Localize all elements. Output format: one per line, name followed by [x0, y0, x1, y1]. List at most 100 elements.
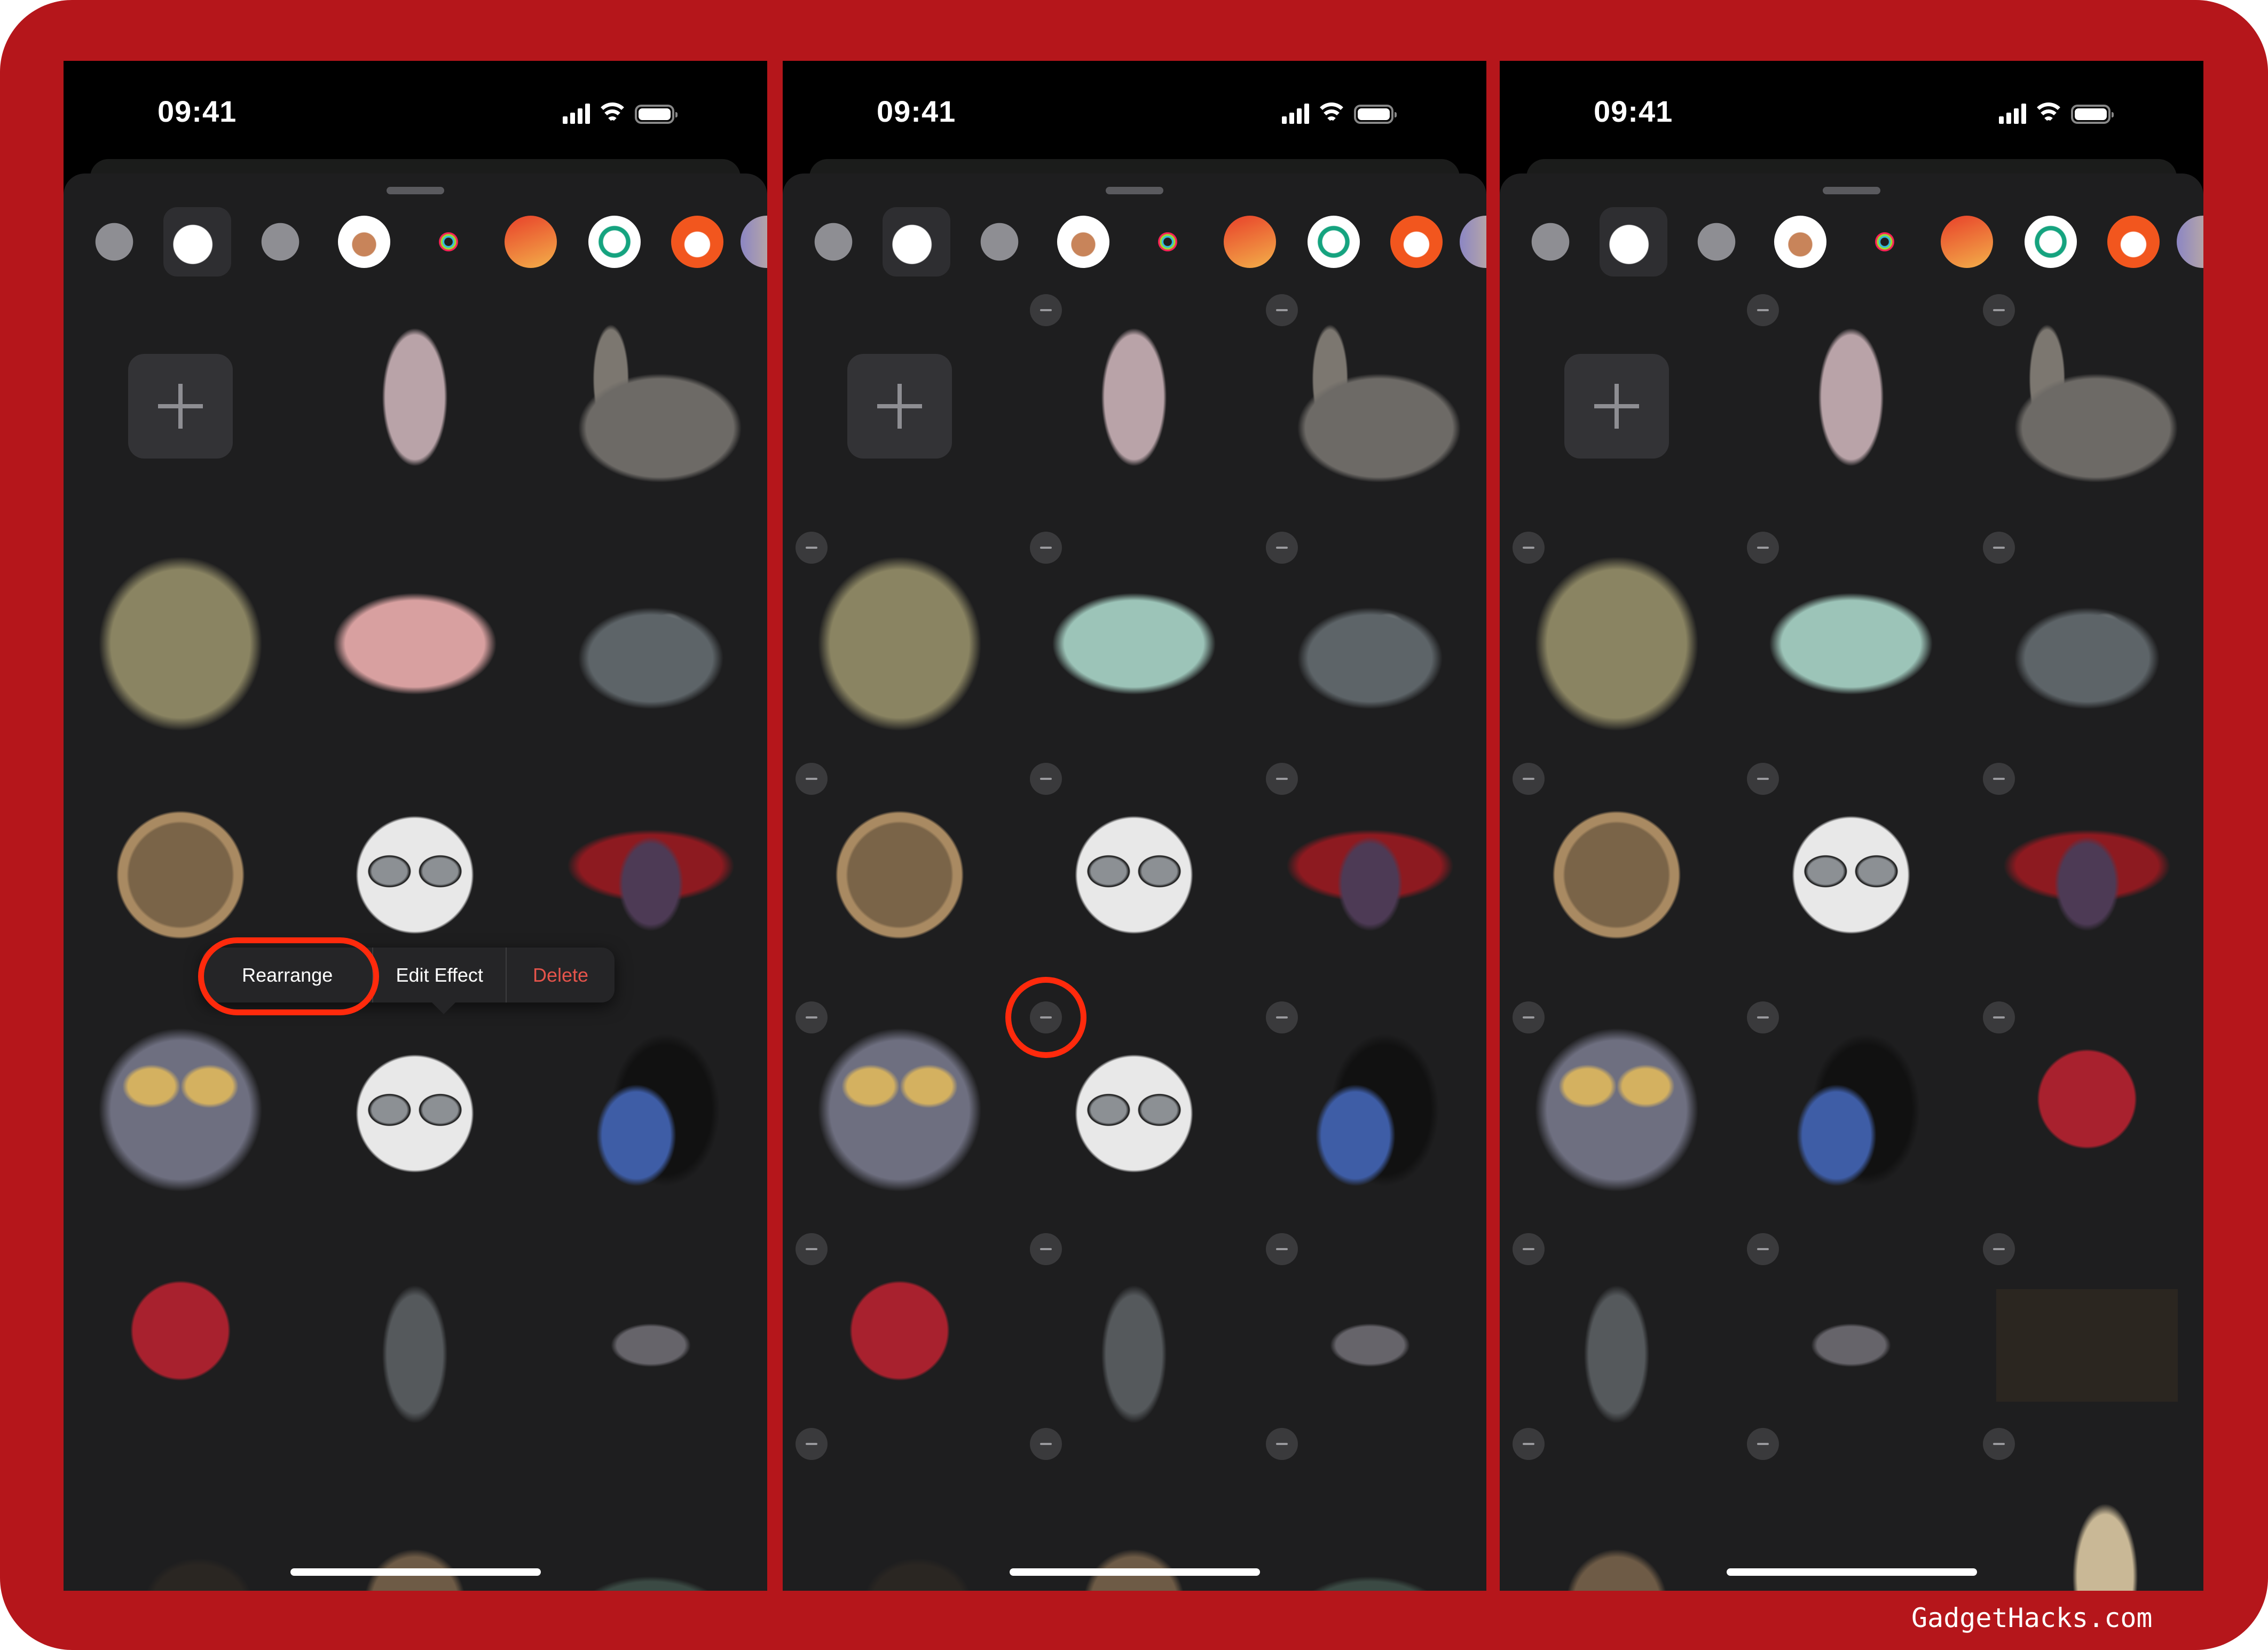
cat-partial-sticker[interactable] — [1279, 1449, 1461, 1591]
girl-sticker[interactable] — [1760, 315, 1942, 497]
stickers-icon[interactable] — [172, 216, 224, 268]
memoji-glasses-sticker[interactable] — [1043, 1023, 1225, 1204]
penguin-sticker[interactable] — [560, 553, 742, 735]
drawer-grabber[interactable] — [387, 187, 444, 194]
memoji-icon[interactable] — [338, 216, 390, 268]
stickers-icon[interactable] — [1608, 216, 1660, 268]
dahlia-sticker[interactable] — [1996, 1023, 2178, 1204]
drawer-grabber[interactable] — [1106, 187, 1163, 194]
remove-sticker-button[interactable] — [1266, 763, 1298, 795]
remove-sticker-button[interactable] — [1266, 1001, 1298, 1033]
remove-sticker-button[interactable] — [796, 1001, 828, 1033]
black-cat-sticker[interactable] — [90, 1449, 271, 1591]
grammarly-icon[interactable] — [2025, 216, 2077, 268]
turkey-sticker[interactable] — [560, 1254, 742, 1436]
llama-sticker[interactable] — [1996, 315, 2178, 497]
garageband-icon[interactable] — [1941, 216, 1993, 268]
activity-icon[interactable] — [1869, 226, 1901, 258]
giraffe-sticker[interactable] — [1996, 1449, 2178, 1591]
remove-sticker-button[interactable] — [1266, 1233, 1298, 1265]
remove-sticker-button[interactable] — [1983, 1428, 2015, 1460]
remove-sticker-button[interactable] — [1747, 1233, 1779, 1265]
penguin-sticker[interactable] — [1279, 553, 1461, 735]
remove-sticker-button[interactable] — [1747, 532, 1779, 564]
memoji-icon[interactable] — [1774, 216, 1826, 268]
remove-sticker-button[interactable] — [1513, 763, 1545, 795]
dahlia-sticker[interactable] — [90, 1254, 271, 1436]
remove-sticker-button[interactable] — [1266, 1428, 1298, 1460]
remove-sticker-button[interactable] — [1747, 294, 1779, 326]
remove-sticker-button[interactable] — [1983, 1001, 2015, 1033]
girl-sticker[interactable] — [1043, 315, 1225, 497]
drawer-grabber[interactable] — [1823, 187, 1880, 194]
add-sticker-button[interactable] — [847, 354, 952, 459]
grammarly-icon[interactable] — [588, 216, 641, 268]
garageband-icon[interactable] — [1224, 216, 1276, 268]
add-sticker-button[interactable] — [1564, 354, 1669, 459]
remove-sticker-button[interactable] — [1513, 1001, 1545, 1033]
girl-sticker[interactable] — [324, 315, 506, 497]
remove-sticker-button[interactable] — [1983, 532, 2015, 564]
remove-sticker-button[interactable] — [1266, 532, 1298, 564]
black-cat-sticker[interactable] — [809, 1449, 990, 1591]
clock-icon[interactable] — [814, 223, 853, 261]
menu-item-edit-effect[interactable]: Edit Effect — [373, 948, 507, 1002]
remove-sticker-button[interactable] — [796, 1428, 828, 1460]
turkey-sticker[interactable] — [1760, 1254, 1942, 1436]
memoji-glasses-sticker[interactable] — [324, 784, 506, 966]
remove-sticker-button[interactable] — [1747, 1428, 1779, 1460]
reddit-icon[interactable] — [671, 216, 723, 268]
dog-sweater-sticker[interactable] — [1760, 1023, 1942, 1204]
emoji-icon[interactable] — [980, 223, 1019, 261]
penguin-standing-sticker[interactable] — [1043, 1254, 1225, 1436]
remove-sticker-button[interactable] — [1747, 1001, 1779, 1033]
dog-sweater-sticker[interactable] — [560, 1023, 742, 1204]
medallion-sticker[interactable] — [1526, 784, 1707, 966]
remove-sticker-button[interactable] — [1983, 1233, 2015, 1265]
black-cat-box-sticker[interactable] — [1996, 1254, 2178, 1436]
penguin-sticker[interactable] — [1996, 553, 2178, 735]
remove-sticker-button[interactable] — [1030, 1428, 1062, 1460]
skull-sticker[interactable] — [90, 553, 271, 735]
elephant-sticker[interactable] — [90, 1023, 271, 1204]
remove-sticker-button[interactable] — [1513, 532, 1545, 564]
remove-sticker-button[interactable] — [796, 532, 828, 564]
clock-icon[interactable] — [1531, 223, 1570, 261]
turkey-sticker[interactable] — [1279, 1254, 1461, 1436]
activity-icon[interactable] — [432, 226, 464, 258]
reddit-icon[interactable] — [2107, 216, 2160, 268]
cat-partial-sticker[interactable] — [560, 1449, 742, 1591]
remove-sticker-button[interactable] — [1030, 1233, 1062, 1265]
add-sticker-button[interactable] — [128, 354, 233, 459]
elephant-sticker[interactable] — [809, 1023, 990, 1204]
remove-sticker-button[interactable] — [1030, 294, 1062, 326]
brown-cat-sticker[interactable] — [1526, 1449, 1707, 1591]
home-indicator[interactable] — [1010, 1568, 1260, 1576]
memoji-icon[interactable] — [1057, 216, 1109, 268]
remove-sticker-button[interactable] — [1513, 1428, 1545, 1460]
remove-sticker-button[interactable] — [796, 763, 828, 795]
memoji-glasses-sticker[interactable] — [1043, 784, 1225, 966]
llama-sticker[interactable] — [560, 315, 742, 497]
skull-sticker[interactable] — [1526, 553, 1707, 735]
penguin-standing-sticker[interactable] — [324, 1254, 506, 1436]
memoji-glasses-sticker[interactable] — [324, 1023, 506, 1204]
remove-sticker-button[interactable] — [1513, 1233, 1545, 1265]
grammarly-icon[interactable] — [1308, 216, 1360, 268]
stickers-icon[interactable] — [891, 216, 943, 268]
home-indicator[interactable] — [1727, 1568, 1977, 1576]
elephant-sticker[interactable] — [1526, 1023, 1707, 1204]
reddit-icon[interactable] — [1390, 216, 1443, 268]
dog-sweater-sticker[interactable] — [1279, 1023, 1461, 1204]
pink-butterfly-sticker[interactable] — [324, 553, 506, 735]
remove-sticker-button[interactable] — [1747, 763, 1779, 795]
remove-sticker-button[interactable] — [796, 1233, 828, 1265]
dahlia-sticker[interactable] — [809, 1254, 990, 1436]
menu-item-delete[interactable]: Delete — [507, 948, 615, 1002]
remove-sticker-button[interactable] — [1983, 763, 2015, 795]
clock-icon[interactable] — [95, 223, 133, 261]
memoji-glasses-sticker[interactable] — [1760, 784, 1942, 966]
skull-sticker[interactable] — [809, 553, 990, 735]
bat-sticker[interactable] — [560, 784, 742, 966]
remove-sticker-button[interactable] — [1030, 763, 1062, 795]
